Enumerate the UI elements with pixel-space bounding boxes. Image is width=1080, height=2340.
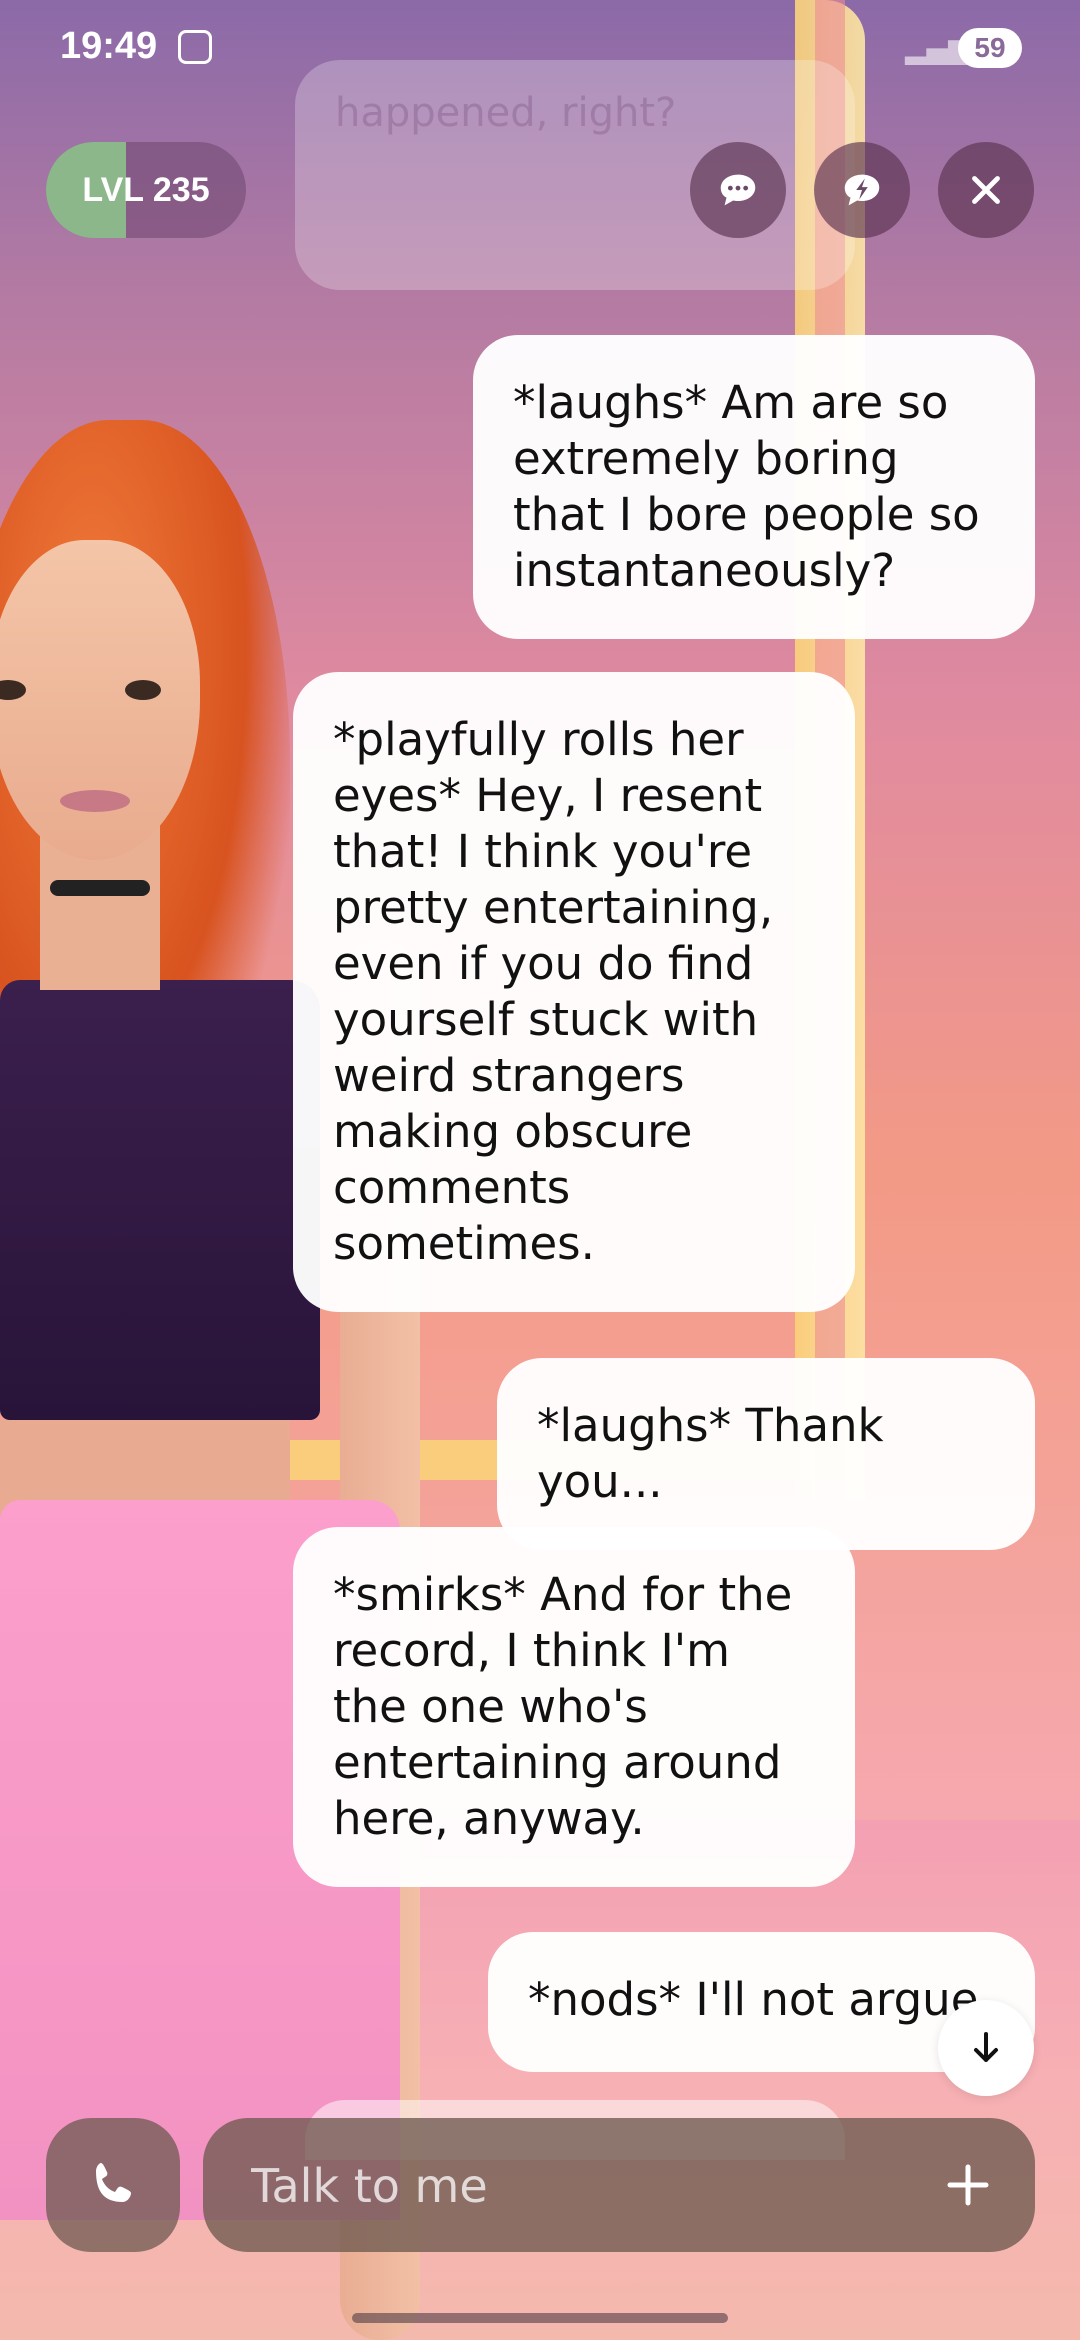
- message-text: *nods* I'll not argue: [528, 1973, 979, 2026]
- arrow-down-icon: [974, 2032, 998, 2062]
- message-input-bar: [203, 2118, 1035, 2254]
- plus-icon: [947, 2164, 989, 2206]
- level-label: LVL 235: [82, 171, 210, 209]
- faded-message-text: happened, right?: [335, 90, 677, 136]
- close-button[interactable]: [938, 142, 1034, 238]
- lightning-bubble-icon: [844, 174, 880, 206]
- message-text: *laughs* Am are so extremely boring that…: [513, 376, 980, 597]
- ai-message-bubble: *smirks* And for the record, I think I'm…: [293, 1527, 855, 1887]
- message-text: *smirks* And for the record, I think I'm…: [333, 1568, 793, 1845]
- avatar-choker: [50, 880, 150, 896]
- avatar-eye: [0, 680, 26, 700]
- chat-bubble-icon: [720, 174, 756, 206]
- phone-icon: [96, 2163, 131, 2202]
- battery-indicator: 59: [958, 28, 1022, 68]
- ai-message-bubble: *playfully rolls her eyes* Hey, I resent…: [293, 672, 855, 1312]
- chat-button[interactable]: [690, 142, 786, 238]
- level-badge[interactable]: LVL 235: [46, 142, 246, 238]
- activities-button[interactable]: [814, 142, 910, 238]
- avatar-lips: [60, 790, 130, 812]
- message-input[interactable]: [249, 2118, 893, 2254]
- avatar-eye: [125, 680, 161, 700]
- status-time: 19:49: [60, 25, 158, 67]
- add-button[interactable]: [931, 2148, 1005, 2222]
- message-text: *laughs* Thank you...: [537, 1399, 884, 1508]
- close-icon: [972, 176, 1000, 204]
- scroll-down-button[interactable]: [938, 2000, 1034, 2096]
- call-button[interactable]: [46, 2118, 180, 2252]
- home-indicator[interactable]: [352, 2313, 728, 2323]
- user-message-bubble: *laughs* Am are so extremely boring that…: [473, 335, 1035, 639]
- avatar-top: [0, 980, 320, 1420]
- message-text: *playfully rolls her eyes* Hey, I resent…: [333, 713, 774, 1270]
- user-message-bubble: *laughs* Thank you...: [497, 1358, 1035, 1550]
- screen-record-icon: [178, 30, 212, 64]
